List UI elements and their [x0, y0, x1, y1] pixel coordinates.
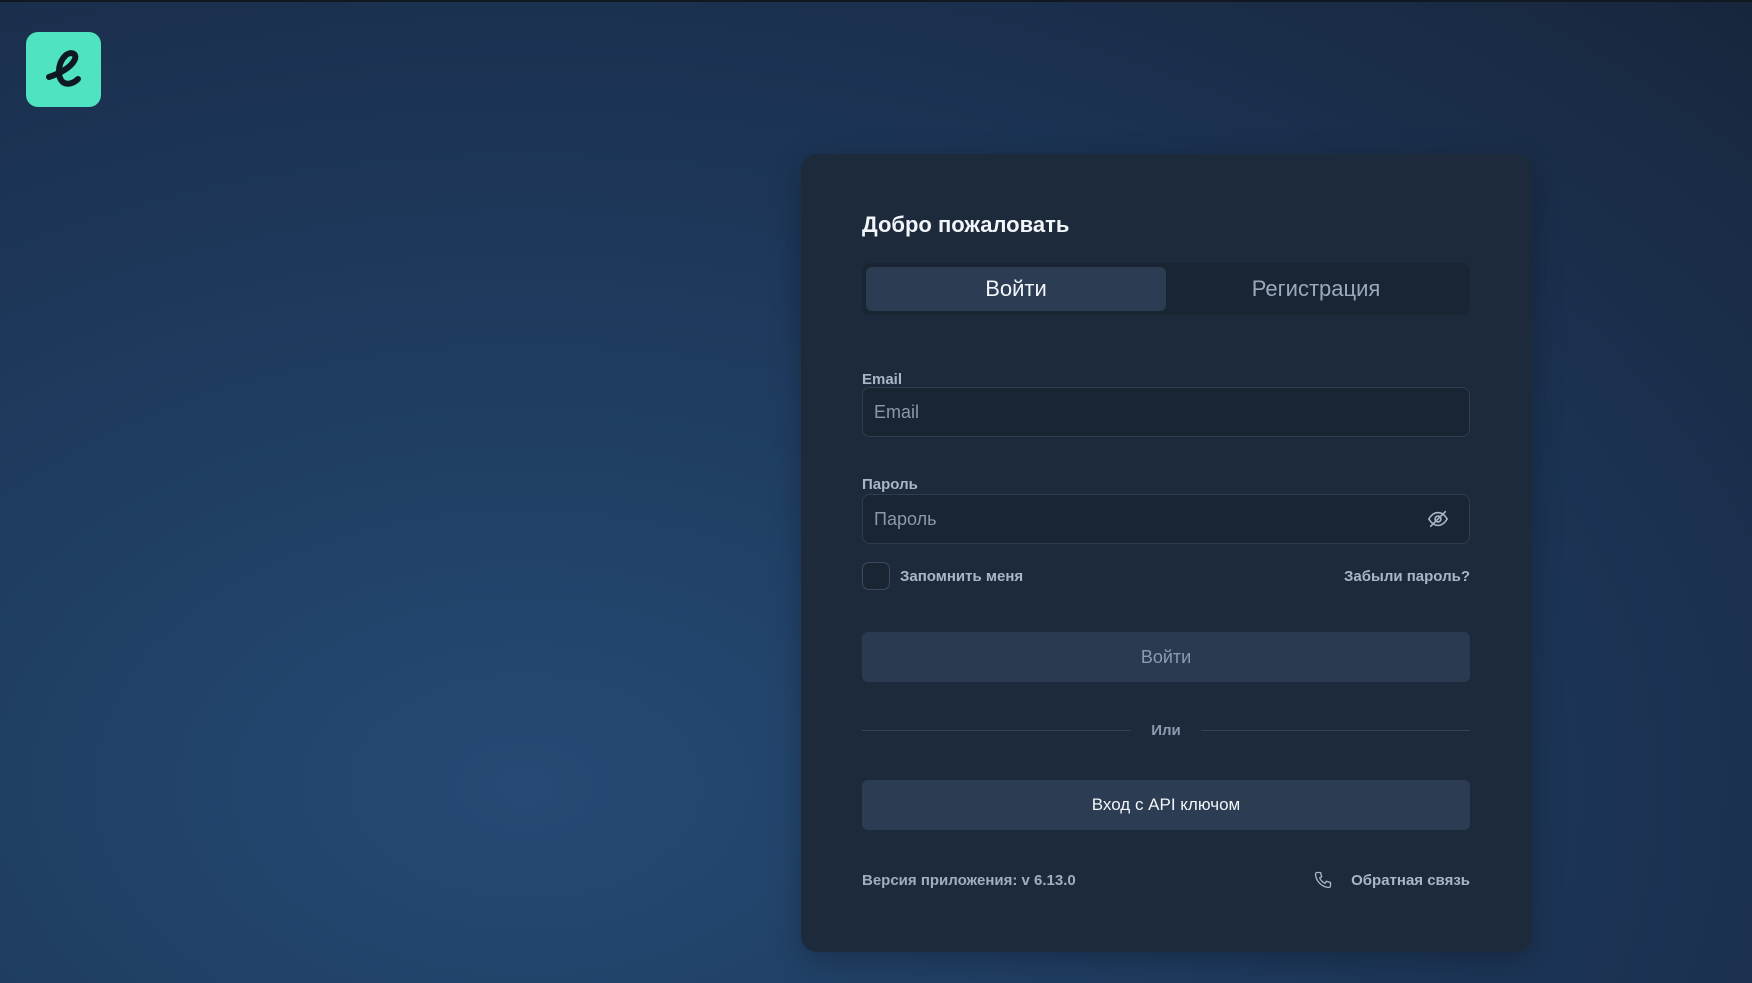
- divider-line-right: [1200, 730, 1470, 731]
- page-title: Добро пожаловать: [862, 212, 1070, 237]
- eye-off-icon[interactable]: [1427, 508, 1449, 530]
- api-key-login-button[interactable]: Вход с API ключом: [862, 780, 1470, 830]
- remember-checkbox[interactable]: [862, 562, 890, 590]
- top-border: [0, 0, 1752, 2]
- password-field[interactable]: [863, 495, 1427, 543]
- phone-icon: [1314, 871, 1332, 889]
- tab-login[interactable]: Войти: [866, 267, 1166, 311]
- card-footer: Версия приложения: v 6.13.0 Обратная свя…: [862, 870, 1470, 890]
- or-divider: Или: [862, 722, 1470, 739]
- email-field-wrapper: [862, 387, 1470, 437]
- app-logo[interactable]: [26, 32, 101, 107]
- feedback-link[interactable]: Обратная связь: [1313, 870, 1470, 890]
- divider-line-left: [862, 730, 1132, 731]
- login-card: Добро пожаловать Войти Регистрация Email…: [801, 154, 1532, 952]
- password-label: Пароль: [862, 476, 918, 493]
- auth-tabs: Войти Регистрация: [862, 263, 1470, 315]
- remember-me[interactable]: Запомнить меня: [862, 562, 1023, 590]
- forgot-password-link[interactable]: Забыли пароль?: [1344, 568, 1470, 585]
- remember-label: Запомнить меня: [900, 567, 1024, 585]
- script-e-logo-icon: [45, 49, 81, 87]
- tab-register[interactable]: Регистрация: [1166, 267, 1466, 311]
- app-version: Версия приложения: v 6.13.0: [862, 871, 1076, 889]
- email-label: Email: [862, 371, 903, 388]
- feedback-label: Обратная связь: [1351, 871, 1470, 889]
- login-button[interactable]: Войти: [862, 632, 1470, 682]
- email-field[interactable]: [863, 388, 1469, 436]
- or-label: Или: [1151, 722, 1181, 739]
- password-field-wrapper: [862, 494, 1470, 544]
